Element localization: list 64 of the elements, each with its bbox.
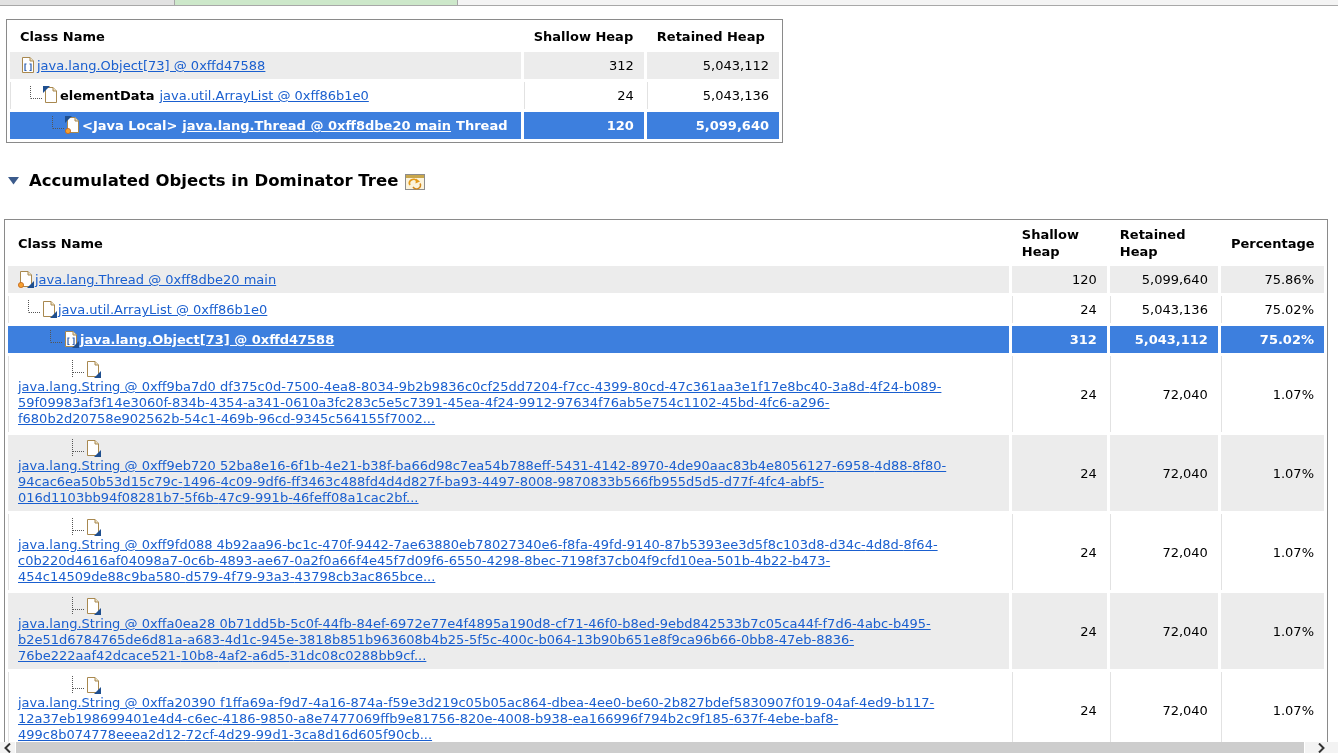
bracket-page-icon: [63, 330, 79, 348]
table-cell: 24: [1011, 593, 1107, 669]
table-cell: 120: [523, 112, 644, 139]
name-cell[interactable]: java.lang.Object[73] @ 0xffd47588: [8, 326, 1009, 353]
column-header: Retained Heap: [1118, 226, 1187, 261]
table-cell: 5,043,112: [1109, 326, 1218, 353]
node-label: <Java Local>: [82, 118, 178, 133]
chevron-left-icon: [4, 742, 11, 753]
column-header: Shallow Heap: [532, 27, 635, 46]
table-cell: 5,099,640: [646, 112, 779, 139]
tree-connector: [71, 360, 85, 378]
tree-connector: [71, 597, 85, 615]
node-type: Thread: [456, 118, 508, 133]
section-title: Accumulated Objects in Dominator Tree: [29, 171, 399, 191]
object-link[interactable]: java.lang.Object[73] @ 0xffd47588: [80, 332, 335, 348]
collapse-arrow-icon[interactable]: [8, 177, 19, 185]
column-header: Shallow Heap: [1020, 226, 1080, 261]
object-link[interactable]: java.util.ArrayList @ 0xff86b1e0: [159, 88, 369, 104]
object-link[interactable]: java.lang.Thread @ 0xff8dbe20 main: [182, 118, 452, 134]
page-icon: [85, 676, 101, 694]
page-icon: [43, 86, 59, 104]
name-cell[interactable]: [8, 593, 1009, 669]
table-cell: 72,040: [1109, 435, 1218, 511]
object-link[interactable]: java.util.ArrayList @ 0xff86b1e0: [58, 302, 268, 318]
table-cell: 75.86%: [1220, 266, 1324, 293]
object-link[interactable]: java.lang.String @ 0xff9eb720 52ba8e16-6f1b-4e21-b38f-ba66d98c7ea54b788eff-5431-4142-8970-4de90aac83b4e8056127-6958-4d88-8f80-94cac6ea50b53d15c79c-1496-4c09-9df6-ff3463c488fd4d4d827f-ba93-4497-8008-9870833b566fb955d5d5-d77f-4fc4-abf5-016d1103bb94f08281b7-5f6b-47c9-991b-46feff08a1cac2bf...: [18, 458, 984, 506]
column-header: Class Name: [17, 234, 104, 253]
table-cell: 1.07%: [1220, 435, 1324, 511]
tree-connector: [71, 439, 85, 457]
object-link[interactable]: java.lang.String @ 0xff9ba7d0 df375c0d-7500-4ea8-8034-9b2b9836c0cf25dd7204-f7cc-4399-80cd-47c361aa3e1f17e8bc40-3a8d-4f24-b089-59f09983af3f14e3060f-834b-4354-a341-0610a3fc283c5e5c7391-45ea-4f24-9912-97634f76ab5e754c1102-45bd-4fc6-a296-f680b2d20758e902562b-54c1-469b-96cd-9345c564155f7002...: [18, 379, 984, 427]
table-cell: 312: [523, 52, 644, 79]
name-cell[interactable]: <Java Local> java.lang.Thread @ 0xff8dbe20 main Thread: [10, 112, 521, 139]
table-cell: 24: [1011, 435, 1107, 511]
chevron-right-icon: [1318, 742, 1325, 753]
object-link[interactable]: java.lang.String @ 0xffa0ea28 0b71dd5b-5c0f-44fb-84ef-6972e77e4f4895a190d8-cf71-46f0-b8ed-9ebd842533b7c05ca44f-f7d6-4abc-b495-b2e51d6784765de6d81a-a683-4d1c-945e-3818b851b963608b4b25-5f5c-400c-b064-13b90b651e8f9ca96b66-0bb8-47eb-8836-76be222aaf42dcace521-10b8-4af2-a6d5-31dc08c0288bb9cf...: [18, 616, 984, 664]
object-link[interactable]: java.lang.Object[73] @ 0xffd47588: [37, 58, 266, 74]
table-cell: 5,099,640: [1109, 266, 1218, 293]
page-icon: [85, 360, 101, 378]
column-header: Class Name: [19, 27, 106, 46]
object-link[interactable]: java.lang.Thread @ 0xff8dbe20 main: [35, 272, 277, 288]
name-cell[interactable]: java.lang.Object[73] @ 0xffd47588: [10, 52, 521, 79]
table-cell: 72,040: [1109, 593, 1218, 669]
scrollbar-thumb[interactable]: [16, 742, 1304, 753]
window-arrows-icon[interactable]: [405, 172, 426, 190]
page-icon: [85, 597, 101, 615]
object-link[interactable]: java.lang.String @ 0xffa20390 f1ffa69a-f9d7-4a16-874a-f59e3d219c05b05ac864-dbea-4ee0-be60-2b827bdef5830907f019-04af-4ed9-b117-12a37eb198699401e4d4-c6ec-4186-9850-a8e7477069ffb9e81756-820e-4008-b938-ea166996f794b2c9f185-637f-4ebe-baf8-499c8b074778eeea2d12-72cf-4d29-99d1-3ca8d16d605f90cb...: [18, 695, 984, 742]
table-cell: 312: [1011, 326, 1107, 353]
name-cell[interactable]: [8, 435, 1009, 511]
column-header: Retained Heap: [655, 27, 766, 46]
page-icon: [41, 300, 57, 318]
tree-connector: [71, 518, 85, 536]
scroll-left-button[interactable]: [0, 742, 15, 753]
column-header: Percentage: [1229, 234, 1316, 253]
table-cell: 1.07%: [1220, 593, 1324, 669]
table-cell: 5,043,112: [646, 52, 779, 79]
page-icon: [85, 518, 101, 536]
scroll-right-button[interactable]: [1305, 742, 1338, 753]
table-cell: 120: [1011, 266, 1107, 293]
table-cell: 75.02%: [1220, 326, 1324, 353]
page-icon: [85, 439, 101, 457]
node-label: elementData: [60, 88, 155, 103]
name-cell[interactable]: java.lang.Thread @ 0xff8dbe20 main: [8, 266, 1009, 293]
object-link[interactable]: java.lang.String @ 0xff9fd088 4b92aa96-bc1c-470f-9442-7ae63880eb78027340e6-f8fa-49fd-9140-87b5393ee3d5f8c103d8-d34c-4d8d-8f64-c0b220d4616af04098a7-0c6b-4893-ae67-0a2f0a66f4e45f7d09f6-6550-4298-8bec-7198f37cb04f9cfd10ea-501b-4b22-b473-454c14509de88c9ba580-d579-4f79-93a3-43798cb3ac865bce...: [18, 537, 984, 585]
bracket-page-icon: [20, 56, 36, 74]
